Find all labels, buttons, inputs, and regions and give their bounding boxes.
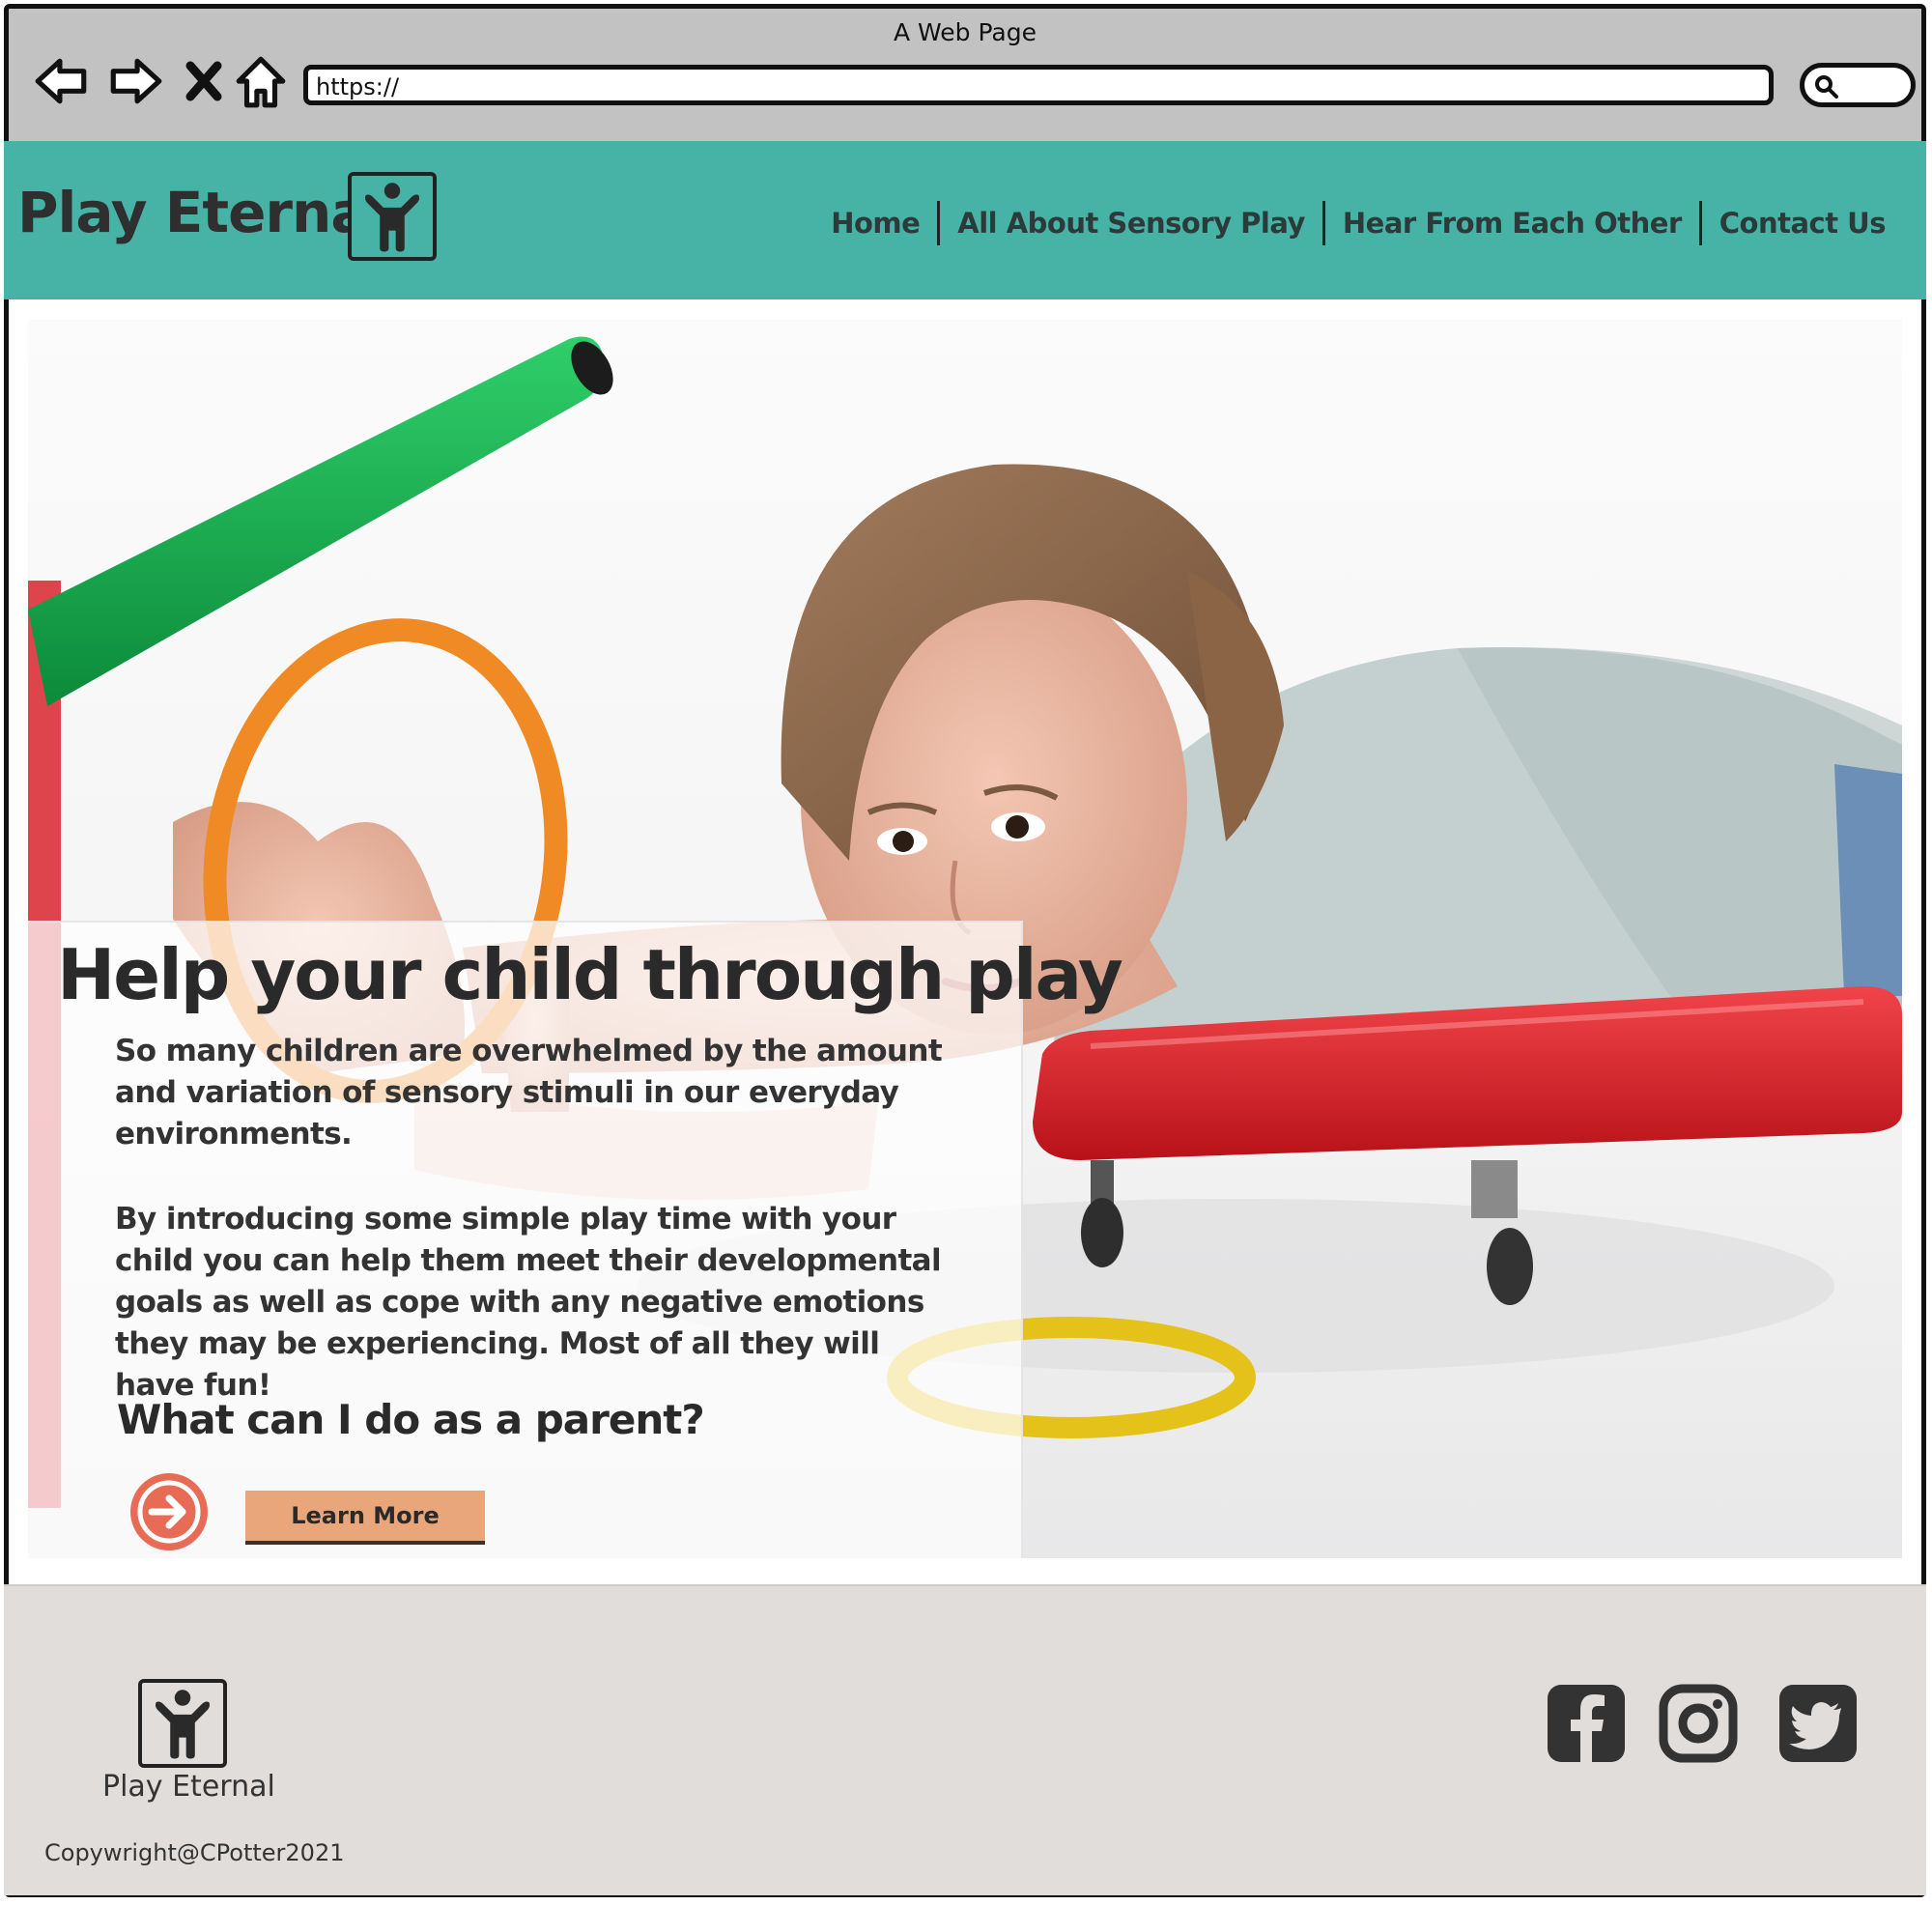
main-nav: Home All About Sensory Play Hear From Ea… xyxy=(813,201,1903,245)
home-icon xyxy=(236,56,286,108)
twitter-icon xyxy=(1779,1685,1857,1762)
nav-home[interactable]: Home xyxy=(813,207,937,240)
hero-section: Help your child through play So many chi… xyxy=(28,320,1902,1558)
child-figure-icon xyxy=(156,1690,210,1759)
arrow-right-circle-icon xyxy=(137,1480,201,1544)
brand-name[interactable]: Play Eternal xyxy=(17,180,386,245)
close-x-icon xyxy=(185,61,222,101)
nav-contact-us[interactable]: Contact Us xyxy=(1702,207,1903,240)
site-header: Play Eternal Home All About Sensory Play… xyxy=(4,141,1926,299)
facebook-icon xyxy=(1548,1685,1625,1762)
site-footer: Play Eternal Copywright@CPotter2021 xyxy=(4,1584,1926,1895)
nav-hear-from-each-other[interactable]: Hear From Each Other xyxy=(1325,207,1699,240)
hero-question: What can I do as a parent? xyxy=(117,1396,705,1443)
copyright-text: Copywright@CPotter2021 xyxy=(44,1839,345,1866)
back-button[interactable] xyxy=(32,51,92,111)
footer-brand-name: Play Eternal xyxy=(102,1770,275,1804)
learn-more-button[interactable]: Learn More xyxy=(245,1491,485,1545)
hero-title: Help your child through play xyxy=(57,934,1123,1015)
window-title: A Web Page xyxy=(893,18,1037,46)
hero-text-panel: Help your child through play So many chi… xyxy=(28,921,1123,1558)
back-arrow-icon xyxy=(35,58,87,104)
address-bar[interactable]: https:// xyxy=(303,65,1774,105)
forward-arrow-icon xyxy=(110,58,162,104)
nav-sensory-play[interactable]: All About Sensory Play xyxy=(940,207,1322,240)
twitter-link[interactable] xyxy=(1777,1683,1859,1764)
browser-search-box[interactable] xyxy=(1800,63,1916,107)
hero-paragraph-2: By introducing some simple play time wit… xyxy=(115,1202,942,1403)
home-button[interactable] xyxy=(231,51,291,111)
address-text: https:// xyxy=(316,73,400,100)
facebook-link[interactable] xyxy=(1546,1683,1627,1764)
learn-more-arrow-button[interactable] xyxy=(130,1473,208,1550)
instagram-link[interactable] xyxy=(1658,1683,1739,1764)
instagram-icon xyxy=(1659,1684,1738,1763)
search-icon xyxy=(1815,75,1838,99)
brand-logo[interactable] xyxy=(348,172,437,261)
stop-button[interactable] xyxy=(181,51,227,111)
hero-paragraph-1: So many children are overwhelmed by the … xyxy=(115,1034,943,1152)
browser-toolbar: A Web Page https:// xyxy=(9,9,1921,146)
child-figure-icon xyxy=(365,183,419,252)
footer-logo[interactable] xyxy=(138,1679,227,1768)
forward-button[interactable] xyxy=(105,51,165,111)
